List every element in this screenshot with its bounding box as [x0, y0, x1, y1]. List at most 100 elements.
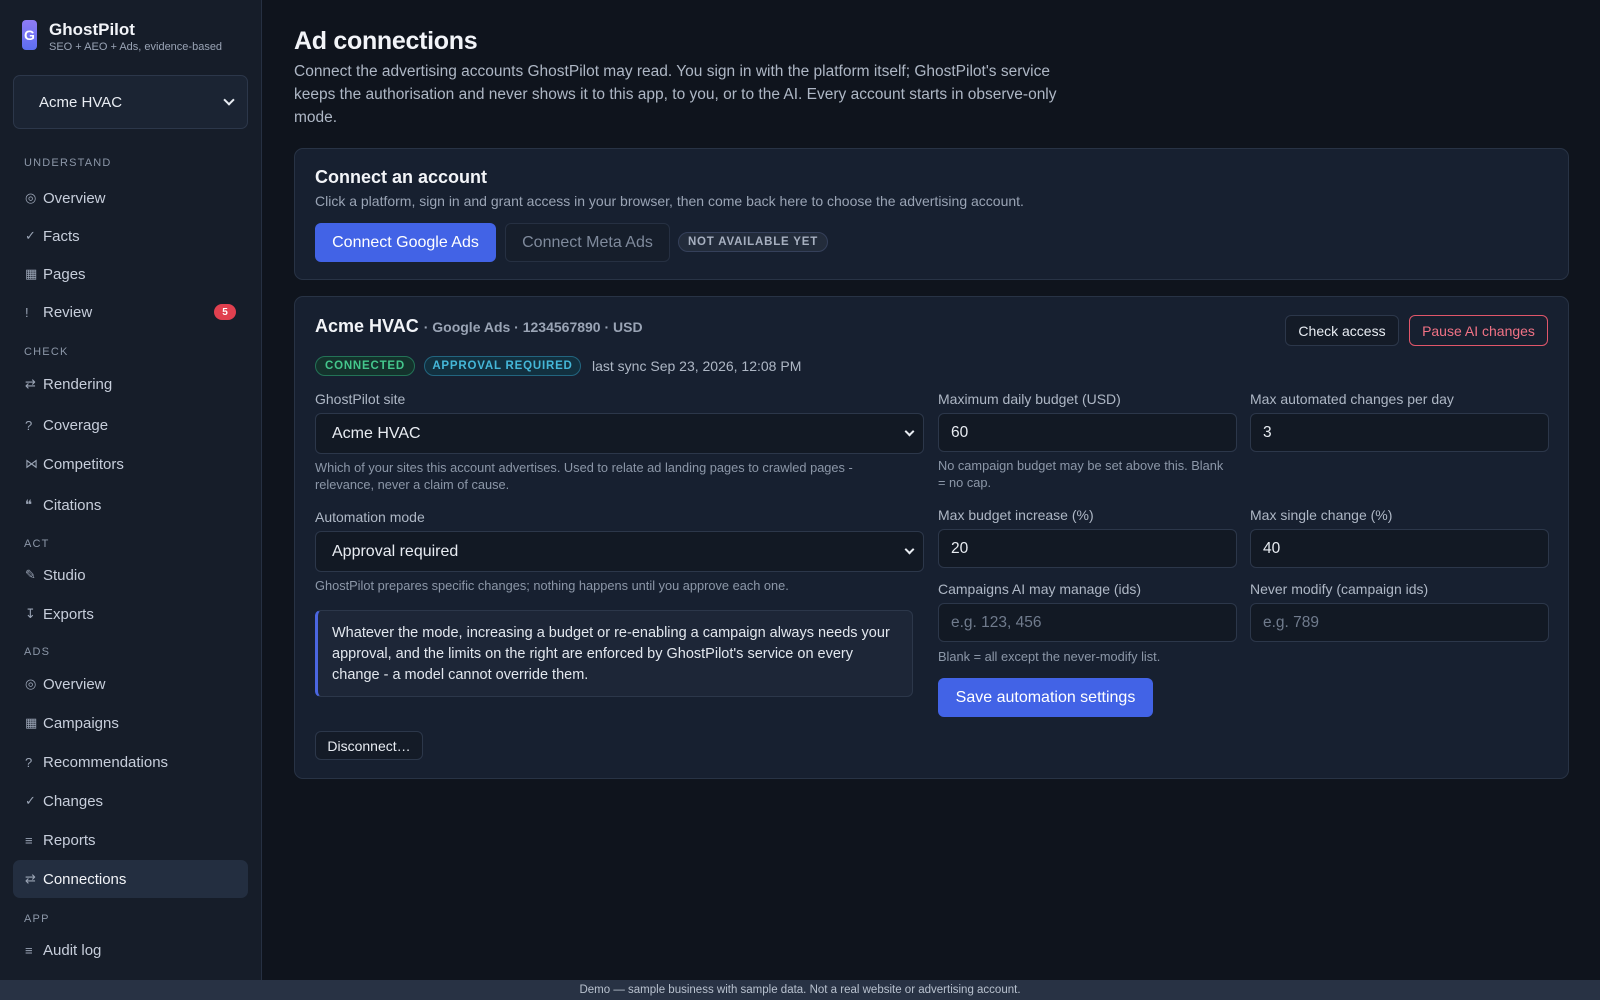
sidebar-item-label: Facts — [43, 227, 80, 245]
connect-account-card: Connect an account Click a platform, sig… — [294, 148, 1569, 280]
sidebar-item-ads-overview[interactable]: ◎ Overview — [13, 665, 248, 703]
check-access-button[interactable]: Check access — [1285, 315, 1399, 346]
not-available-badge: NOT AVAILABLE YET — [678, 232, 828, 252]
automation-mode-value: Approval required — [332, 542, 459, 560]
sidebar-item-label: Campaigns — [43, 714, 119, 732]
sidebar-item-label: Overview — [43, 675, 106, 693]
nav-section-understand: UNDERSTAND — [24, 157, 112, 169]
page-description: Connect the advertising accounts GhostPi… — [294, 63, 1057, 126]
save-automation-settings-button[interactable]: Save automation settings — [938, 678, 1153, 717]
question-icon: ? — [25, 754, 33, 770]
sidebar-item-label: Exports — [43, 605, 94, 623]
sidebar-item-campaigns[interactable]: ▦ Campaigns — [13, 704, 248, 742]
sidebar-item-label: Recommendations — [43, 753, 169, 771]
nav-section-check: CHECK — [24, 346, 69, 358]
sidebar-item-label: Changes — [43, 792, 104, 810]
account-name: Acme HVAC — [315, 316, 419, 336]
brand-name: GhostPilot — [49, 20, 135, 39]
swap-icon: ⇄ — [25, 376, 36, 391]
check-icon: ✓ — [25, 228, 36, 243]
sidebar-item-exports[interactable]: ↧ Exports — [13, 595, 248, 633]
question-icon: ? — [25, 417, 33, 433]
sidebar-item-label: Reports — [43, 831, 96, 849]
sidebar-item-label: Overview — [43, 189, 106, 207]
sidebar-item-review[interactable]: ! Review 5 — [13, 293, 248, 331]
max-budget-input[interactable]: 60 — [938, 413, 1237, 452]
max-increase-input[interactable]: 20 — [938, 529, 1237, 568]
brand: G GhostPilot SEO + AEO + Ads, evidence-b… — [22, 20, 222, 54]
disconnect-button[interactable]: Disconnect… — [315, 731, 423, 760]
max-increase-label: Max budget increase (%) — [938, 507, 1094, 523]
check-icon: ✓ — [25, 793, 36, 808]
site-hint: Which of your sites this account adverti… — [315, 460, 853, 492]
list-icon: ≡ — [25, 832, 33, 848]
nav-section-act: ACT — [24, 538, 50, 550]
sidebar-item-citations[interactable]: ❝ Citations — [13, 486, 248, 524]
grid-icon: ▦ — [25, 266, 38, 281]
nav-section-ads: ADS — [24, 646, 51, 658]
sidebar-item-competitors[interactable]: ⋈ Competitors — [13, 445, 248, 483]
mode-hint: GhostPilot prepares specific changes; no… — [315, 578, 789, 593]
connect-google-ads-button[interactable]: Connect Google Ads — [315, 223, 496, 262]
connect-card-title: Connect an account — [315, 167, 488, 187]
alert-icon: ! — [25, 304, 29, 320]
approval-note: Whatever the mode, increasing a budget o… — [315, 610, 913, 697]
sidebar-item-changes[interactable]: ✓ Changes — [13, 782, 248, 820]
sidebar-item-pages[interactable]: ▦ Pages — [13, 255, 248, 293]
sidebar-item-facts[interactable]: ✓ Facts — [13, 217, 248, 255]
last-sync-text: last sync Sep 23, 2026, 12:08 PM — [592, 358, 802, 374]
sidebar-item-connections[interactable]: ⇄ Connections — [13, 860, 248, 898]
brand-tagline: SEO + AEO + Ads, evidence-based — [49, 41, 223, 53]
account-meta: · Google Ads · 1234567890 · USD — [423, 319, 643, 335]
never-modify-label: Never modify (campaign ids) — [1250, 581, 1429, 597]
grid-icon: ▦ — [25, 715, 38, 730]
max-changes-input[interactable]: 3 — [1250, 413, 1549, 452]
sidebar-item-audit-log[interactable]: ≡ Audit log — [13, 931, 248, 969]
sidebar-item-label: Citations — [43, 496, 102, 514]
max-changes-label: Max automated changes per day — [1250, 391, 1454, 407]
sidebar-item-overview[interactable]: ◎ Overview — [13, 179, 248, 217]
site-picker[interactable]: Acme HVAC — [13, 75, 248, 129]
campaigns-input[interactable]: e.g. 123, 456 — [938, 603, 1237, 642]
sidebar-item-recommendations[interactable]: ? Recommendations — [13, 743, 248, 781]
site-select-value: Acme HVAC — [332, 424, 421, 442]
connect-card-subtitle: Click a platform, sign in and grant acce… — [315, 193, 1024, 209]
overview-icon: ◎ — [25, 676, 37, 691]
list-icon: ≡ — [25, 942, 33, 958]
download-icon: ↧ — [25, 606, 36, 621]
max-single-label: Max single change (%) — [1250, 507, 1393, 523]
sidebar-item-reports[interactable]: ≡ Reports — [13, 821, 248, 859]
pencil-icon: ✎ — [25, 567, 36, 582]
review-count-badge: 5 — [214, 304, 236, 320]
pause-ai-changes-button[interactable]: Pause AI changes — [1409, 315, 1548, 346]
sidebar-item-label: Rendering — [43, 375, 113, 393]
site-picker-value: Acme HVAC — [39, 93, 123, 111]
max-single-input[interactable]: 40 — [1250, 529, 1549, 568]
sidebar-item-label: Connections — [43, 870, 127, 888]
sidebar-item-studio[interactable]: ✎ Studio — [13, 556, 248, 594]
mode-label: Automation mode — [315, 509, 425, 525]
site-label: GhostPilot site — [315, 391, 406, 407]
sidebar-item-label: Audit log — [43, 941, 102, 959]
site-select[interactable]: Acme HVAC — [315, 413, 924, 454]
campaigns-label: Campaigns AI may manage (ids) — [938, 581, 1142, 597]
sidebar-item-coverage[interactable]: ? Coverage — [13, 406, 248, 444]
never-modify-input[interactable]: e.g. 789 — [1250, 603, 1549, 642]
chevron-down-icon — [904, 426, 915, 437]
campaigns-hint: Blank = all except the never-modify list… — [938, 649, 1161, 664]
sidebar-item-rendering[interactable]: ⇄ Rendering — [13, 365, 248, 403]
max-budget-hint: No campaign budget may be set above this… — [938, 458, 1224, 490]
sidebar-item-label: Competitors — [43, 455, 124, 473]
chevron-down-icon — [904, 544, 915, 555]
brand-logo: G — [22, 20, 37, 50]
status-connected-badge: CONNECTED — [315, 356, 415, 376]
demo-footer: Demo — sample business with sample data.… — [0, 980, 1600, 1000]
sidebar-item-label: Pages — [43, 265, 86, 283]
sidebar-item-label: Coverage — [43, 416, 109, 434]
max-budget-label: Maximum daily budget (USD) — [938, 391, 1121, 407]
connect-meta-ads-button[interactable]: Connect Meta Ads — [505, 223, 670, 262]
page-title: Ad connections — [294, 27, 478, 55]
automation-mode-select[interactable]: Approval required — [315, 531, 924, 572]
swap-icon: ⇄ — [25, 871, 36, 886]
status-approval-badge: APPROVAL REQUIRED — [424, 356, 581, 376]
